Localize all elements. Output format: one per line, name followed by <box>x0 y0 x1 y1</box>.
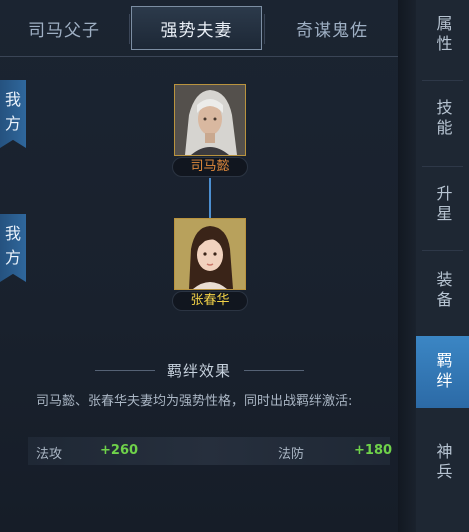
nav-item-attributes[interactable]: 属性 <box>416 2 469 68</box>
stat-label-magic-defense: 法防 <box>278 447 305 462</box>
side-tag-our-side: 我方 <box>0 80 26 148</box>
hero-name-plate: 张春华 <box>172 291 248 311</box>
hero-name: 司马懿 <box>190 159 230 174</box>
nav-item-star-up[interactable]: 升星 <box>416 172 469 238</box>
nav-label: 装备 <box>433 271 453 311</box>
nav-label: 升星 <box>433 185 453 225</box>
hero-portrait-male-icon[interactable] <box>174 84 246 156</box>
stat-label-magic-attack: 法攻 <box>36 447 63 462</box>
nav-item-bonds[interactable]: 羁绊 <box>416 336 469 408</box>
bond-effect-description: 司马懿、张春华夫妻均为强势性格，同时出战羁绊激活: <box>36 394 353 409</box>
bond-link-line <box>209 178 211 218</box>
nav-item-skills[interactable]: 技能 <box>416 86 469 152</box>
nav-label: 属性 <box>433 15 453 55</box>
right-nav: 属性 技能 升星 装备 羁绊 神兵 <box>416 0 469 532</box>
nav-item-divine-weapon[interactable]: 神兵 <box>416 430 469 496</box>
tab-divider <box>129 14 130 44</box>
nav-label: 技能 <box>433 99 453 139</box>
nav-label: 羁绊 <box>433 352 453 392</box>
bond-effect-title: 羁绊效果 <box>166 362 231 380</box>
hero-name: 张春华 <box>190 293 230 308</box>
panel-rail <box>398 0 416 532</box>
main-panel: 司马父子 强势夫妻 奇谋鬼佐 我方 我方 司马懿 张春华 羁绊效果 司马懿、张春… <box>0 0 398 532</box>
stat-value-magic-defense: +180 <box>354 443 393 458</box>
nav-label: 神兵 <box>433 443 453 483</box>
hero-name-plate: 司马懿 <box>172 157 248 177</box>
title-decoration-right <box>244 370 304 371</box>
tab-divider <box>264 14 265 44</box>
nav-divider <box>422 250 463 251</box>
hero-portrait-female-icon[interactable] <box>174 218 246 290</box>
side-tag-our-side: 我方 <box>0 214 26 282</box>
stat-row: 法攻 +260 法防 +180 <box>28 437 393 465</box>
stat-value-magic-attack: +260 <box>100 443 139 458</box>
nav-divider <box>422 166 463 167</box>
tab-ghost-strategist[interactable]: 奇谋鬼佐 <box>266 6 398 50</box>
tab-bar: 司马父子 强势夫妻 奇谋鬼佐 <box>0 0 398 57</box>
tab-sima-father-son[interactable]: 司马父子 <box>0 6 128 50</box>
nav-divider <box>422 80 463 81</box>
tab-strong-couple[interactable]: 强势夫妻 <box>131 6 262 50</box>
nav-item-equipment[interactable]: 装备 <box>416 258 469 324</box>
